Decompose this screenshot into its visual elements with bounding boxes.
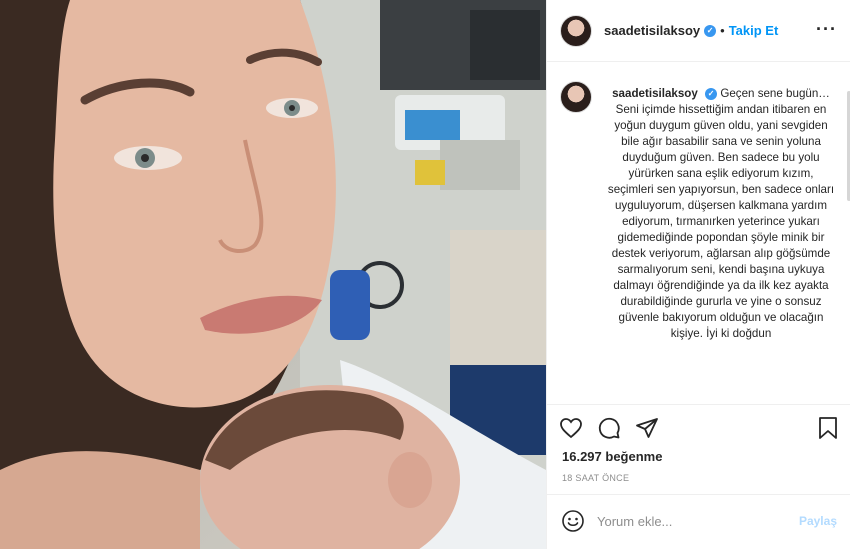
comment-bar: Paylaş (547, 494, 850, 549)
post-timestamp[interactable]: 18 SAAT ÖNCE (562, 473, 629, 483)
comment-input[interactable] (597, 509, 787, 533)
heart-icon[interactable] (559, 416, 583, 445)
post-side-panel: saadetisilaksoy ✓ • Takip Et ··· saadeti… (546, 0, 850, 549)
likes-count[interactable]: 16.297 beğenme (562, 449, 662, 464)
action-bar (547, 408, 850, 448)
post-photo[interactable] (0, 0, 546, 549)
avatar[interactable] (560, 14, 592, 47)
caption-verified-badge-icon: ✓ (705, 87, 718, 100)
caption-body: Geçen sene bugün… Seni içimde hissettiği… (607, 87, 835, 340)
post-comment-button[interactable]: Paylaş (799, 514, 837, 528)
separator-dot: • (720, 23, 725, 38)
caption-text: saadetisilaksoy ✓ Geçen sene bugün… Seni… (605, 86, 837, 342)
username-link[interactable]: saadetisilaksoy (604, 23, 700, 38)
verified-badge-icon: ✓ (704, 24, 717, 37)
bookmark-icon[interactable] (817, 416, 839, 445)
comment-icon[interactable] (597, 416, 621, 445)
share-icon[interactable] (635, 416, 659, 445)
follow-button[interactable]: Takip Et (729, 23, 779, 38)
caption-avatar[interactable] (560, 81, 592, 113)
caption-username-link[interactable]: saadetisilaksoy (612, 87, 698, 100)
post-header: saadetisilaksoy ✓ • Takip Et ··· (547, 0, 850, 62)
more-options-icon[interactable]: ··· (816, 20, 837, 38)
emoji-icon[interactable] (561, 509, 585, 538)
photo-illustration (0, 0, 546, 549)
caption-area[interactable]: saadetisilaksoy ✓ Geçen sene bugün… Seni… (547, 63, 850, 405)
